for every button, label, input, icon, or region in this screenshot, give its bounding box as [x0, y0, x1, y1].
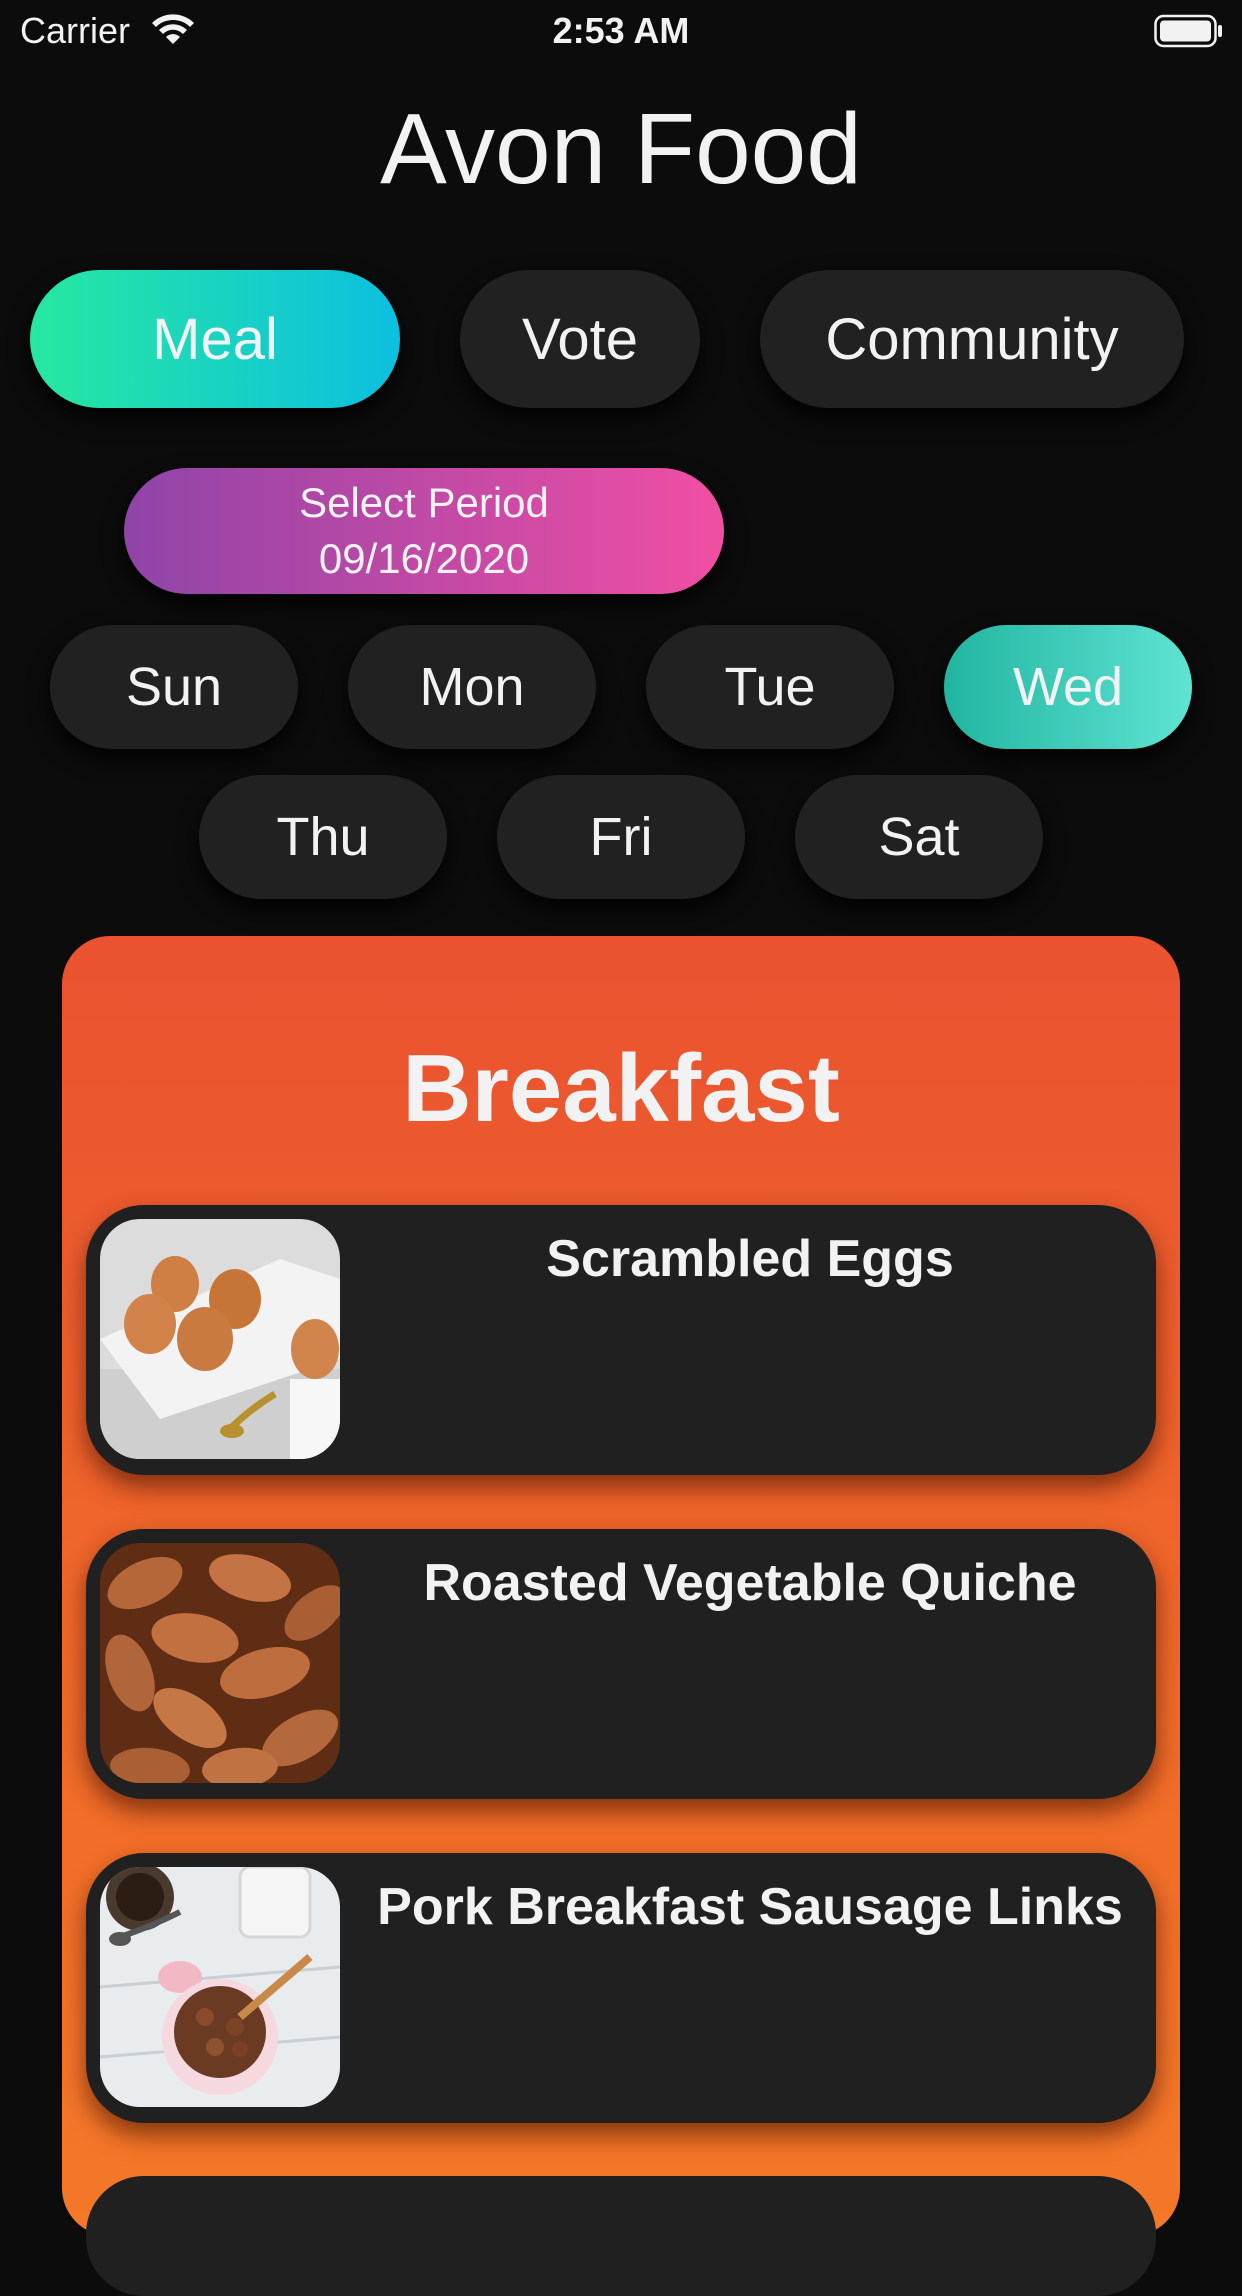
- meal-item-pork-breakfast-sausage-links[interactable]: Pork Breakfast Sausage Links: [86, 1853, 1156, 2123]
- day-thu[interactable]: Thu: [199, 775, 447, 899]
- select-period-button[interactable]: Select Period 09/16/2020: [124, 468, 724, 594]
- meal-item-name: Pork Breakfast Sausage Links: [377, 1878, 1123, 1936]
- day-label: Sun: [125, 657, 223, 717]
- day-sat[interactable]: Sat: [795, 775, 1043, 899]
- almonds-photo: [100, 1543, 340, 1783]
- day-wed[interactable]: Wed: [944, 625, 1192, 749]
- tab-meal[interactable]: Meal: [30, 270, 400, 408]
- app-title: Avon Food: [380, 93, 862, 205]
- meal-item-name: Scrambled Eggs: [546, 1230, 954, 1288]
- day-label: Tue: [724, 657, 816, 717]
- meal-item-name: Roasted Vegetable Quiche: [423, 1554, 1077, 1612]
- day-mon[interactable]: Mon: [348, 625, 596, 749]
- period-label: Select Period: [299, 479, 549, 526]
- meal-item-partial[interactable]: [86, 2176, 1156, 2296]
- period-date: 09/16/2020: [318, 535, 530, 582]
- tab-community[interactable]: Community: [760, 270, 1184, 408]
- status-time: 2:53 AM: [552, 10, 690, 51]
- day-label: Mon: [419, 657, 525, 717]
- battery-icon: [1154, 14, 1222, 48]
- eggs-photo: [100, 1219, 340, 1459]
- cereal-bowl-photo: [100, 1867, 340, 2107]
- meal-title: Breakfast: [402, 1035, 840, 1142]
- day-label: Sat: [878, 807, 960, 867]
- tab-vote[interactable]: Vote: [460, 270, 700, 408]
- day-label: Fri: [589, 807, 653, 867]
- tab-community-label: Community: [825, 306, 1119, 372]
- day-label: Wed: [1012, 657, 1124, 717]
- day-fri[interactable]: Fri: [497, 775, 745, 899]
- tab-meal-label: Meal: [152, 306, 278, 372]
- meal-item-roasted-vegetable-quiche[interactable]: Roasted Vegetable Quiche: [86, 1529, 1156, 1799]
- day-tue[interactable]: Tue: [646, 625, 894, 749]
- meal-item-scrambled-eggs[interactable]: Scrambled Eggs: [86, 1205, 1156, 1475]
- day-sun[interactable]: Sun: [50, 625, 298, 749]
- tab-vote-label: Vote: [521, 306, 639, 372]
- day-label: Thu: [276, 807, 370, 867]
